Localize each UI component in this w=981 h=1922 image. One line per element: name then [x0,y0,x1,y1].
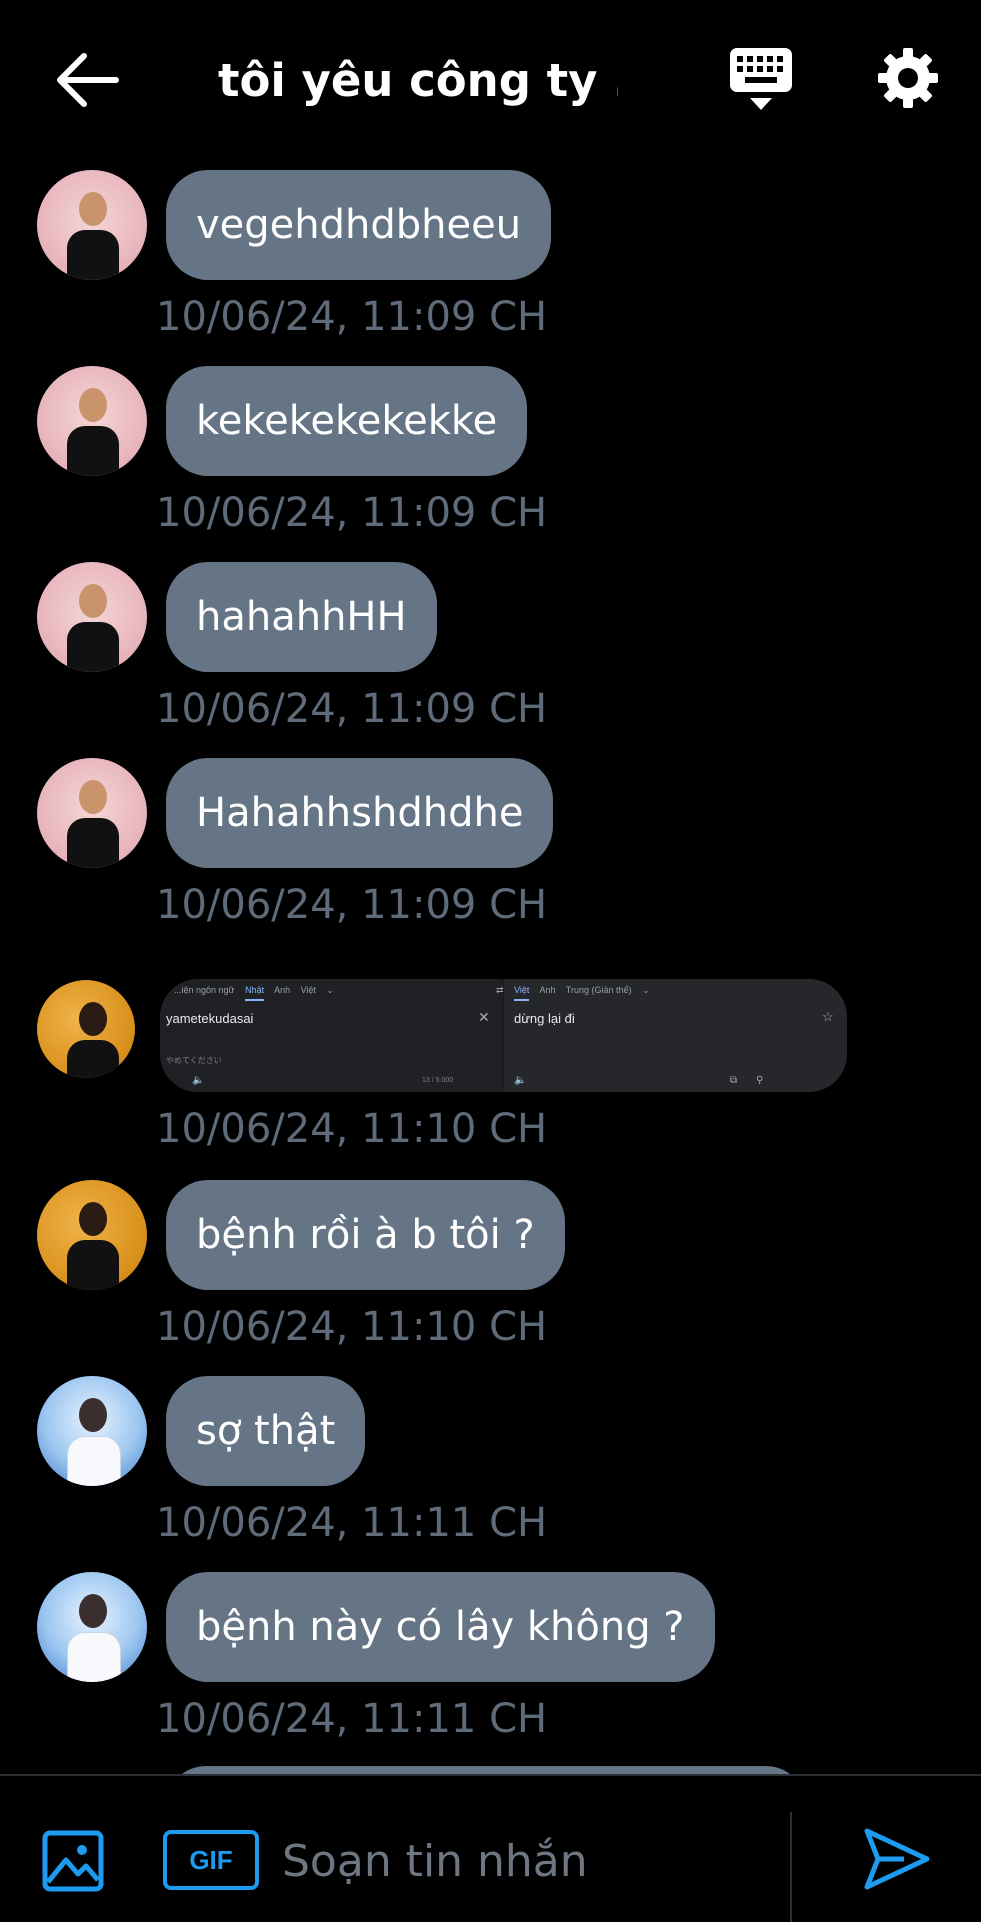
keyboard-button[interactable] [728,46,794,114]
tab-vietnamese: Việt [300,985,317,995]
message-composer: GIF [0,1774,981,1922]
message-bubble[interactable]: bệnh này có lây không ? [166,1572,715,1682]
swap-icon: ⇄ [496,985,504,995]
tab-japanese: Nhật [245,985,265,1001]
message-timestamp: 10/06/24, 11:09 CH [156,294,548,340]
message-timestamp: 10/06/24, 11:09 CH [156,882,548,928]
message-bubble[interactable]: sợ thật [166,1376,366,1486]
message-input[interactable] [280,1822,764,1900]
divider [790,1812,792,1922]
attach-image-button[interactable] [42,1830,104,1892]
feedback-icon: ⚲ [756,1075,764,1086]
target-language-tabs: ⇄ Việt Anh Trung (Giản thể) ⌄ [496,985,658,1001]
chat-header: tôi yêu công ty ... [0,0,981,160]
gif-button[interactable]: GIF [163,1830,259,1890]
message-timestamp: 10/06/24, 11:09 CH [156,490,548,536]
tab-english: Anh [274,985,291,995]
translated-text: dừng lại đi [514,1011,575,1026]
send-icon [864,1828,930,1890]
conversation-title: tôi yêu công ty ... [218,54,618,107]
gear-icon [878,48,938,108]
translate-source-panel: ...iện ngôn ngữ Nhật Anh Việt ⌄ yameteku… [160,979,502,1092]
message-bubble[interactable]: hahahhHH [166,562,437,672]
star-icon: ☆ [822,1009,834,1024]
keyboard-icon [730,48,792,110]
avatar[interactable] [37,1376,147,1486]
source-text: yametekudasai [166,1011,254,1026]
avatar[interactable] [37,366,147,476]
avatar[interactable] [37,758,147,868]
message-bubble[interactable]: bệnh rồi à b tôi ? [166,1180,565,1290]
avatar[interactable] [37,1180,147,1290]
send-button[interactable] [862,1826,932,1892]
settings-button[interactable] [876,46,940,110]
close-icon: ✕ [478,1009,490,1025]
chevron-down-icon: ⌄ [326,985,335,995]
message-bubble[interactable]: vegehdhdbheeu [166,170,552,280]
image-icon [42,1830,104,1892]
message-timestamp: 10/06/24, 11:09 CH [156,686,548,732]
chevron-down-icon: ⌄ [642,985,650,995]
translate-target-panel: ⇄ Việt Anh Trung (Giản thể) ⌄ dừng lại đ… [496,979,847,1092]
source-language-tabs: ...iện ngôn ngữ Nhật Anh Việt ⌄ [174,985,342,1001]
message-bubble[interactable]: Hahahhshdhdhe [166,758,554,868]
copy-icon: ⧉ [730,1075,738,1086]
message-bubble[interactable]: kekekekekekke [166,366,528,476]
speaker-icon: 🔈 [192,1075,205,1086]
message-timestamp: 10/06/24, 11:11 CH [156,1500,548,1546]
speaker-icon: 🔈 [514,1075,527,1086]
message-timestamp: 10/06/24, 11:11 CH [156,1696,548,1742]
avatar[interactable] [37,562,147,672]
avatar[interactable] [37,1572,147,1682]
message-timestamp: 10/06/24, 11:10 CH [156,1106,548,1152]
back-button[interactable] [52,48,124,112]
tab-detect-language: ...iện ngôn ngữ [174,985,235,995]
tab-english: Anh [539,985,556,995]
image-attachment[interactable]: ...iện ngôn ngữ Nhật Anh Việt ⌄ yameteku… [160,979,847,1092]
message-timestamp: 10/06/24, 11:10 CH [156,1304,548,1350]
arrow-left-icon [57,53,119,107]
char-count: 13 / 5.000 [422,1077,454,1084]
tab-chinese: Trung (Giản thể) [565,985,632,995]
tab-vietnamese: Việt [514,985,530,1001]
avatar[interactable] [37,170,147,280]
avatar[interactable] [37,980,135,1078]
transliteration-text: やめてください [166,1056,222,1065]
